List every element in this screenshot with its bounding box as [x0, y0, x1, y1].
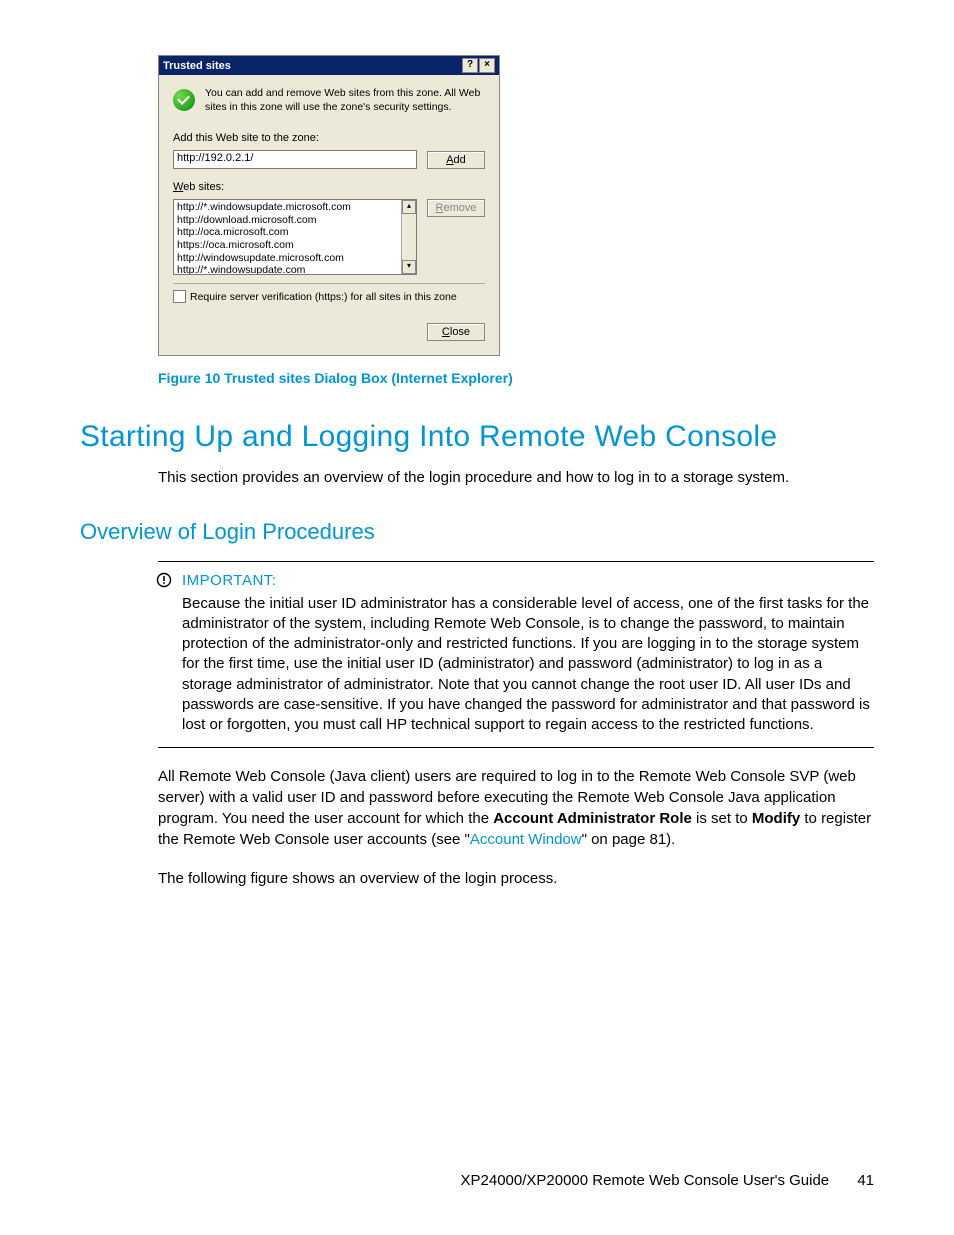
heading-1: Starting Up and Logging Into Remote Web … — [80, 420, 874, 454]
list-item[interactable]: http://download.microsoft.com — [177, 214, 413, 227]
scroll-up-icon[interactable]: ▴ — [402, 200, 416, 214]
list-item[interactable]: http://*.windowsupdate.microsoft.com — [177, 201, 413, 214]
body-paragraph-2: The following figure shows an overview o… — [158, 868, 874, 889]
important-text: Because the initial user ID administrato… — [182, 594, 874, 736]
close-dialog-button[interactable]: Close — [427, 323, 485, 341]
list-item[interactable]: https://oca.microsoft.com — [177, 239, 413, 252]
figure-caption: Figure 10 Trusted sites Dialog Box (Inte… — [158, 370, 874, 386]
important-icon — [156, 572, 172, 588]
help-button[interactable]: ? — [462, 58, 478, 73]
require-https-checkbox[interactable] — [173, 290, 186, 303]
trusted-sites-dialog: Trusted sites ? × You can add and remove… — [158, 55, 500, 356]
list-item[interactable]: http://windowsupdate.microsoft.com — [177, 252, 413, 265]
important-label: IMPORTANT: — [182, 572, 276, 589]
page-footer: XP24000/XP20000 Remote Web Console User'… — [461, 1172, 875, 1189]
remove-button[interactable]: Remove — [427, 199, 485, 217]
intro-paragraph: This section provides an overview of the… — [158, 468, 874, 488]
important-block: IMPORTANT: Because the initial user ID a… — [158, 561, 874, 749]
add-site-label: Add this Web site to the zone: — [173, 132, 485, 144]
dialog-title: Trusted sites — [163, 60, 462, 72]
close-button[interactable]: × — [479, 58, 495, 73]
add-button[interactable]: Add — [427, 151, 485, 169]
dialog-info-text: You can add and remove Web sites from th… — [205, 87, 485, 114]
footer-title: XP24000/XP20000 Remote Web Console User'… — [461, 1172, 830, 1189]
websites-label: Web sites: — [173, 181, 224, 193]
list-item[interactable]: http://*.windowsupdate.com — [177, 264, 413, 275]
scrollbar[interactable]: ▴ ▾ — [401, 200, 416, 274]
list-item[interactable]: http://oca.microsoft.com — [177, 226, 413, 239]
account-window-link[interactable]: Account Window — [470, 831, 582, 848]
page-number: 41 — [857, 1172, 874, 1189]
scroll-down-icon[interactable]: ▾ — [402, 260, 416, 274]
dialog-titlebar: Trusted sites ? × — [159, 56, 499, 75]
websites-listbox[interactable]: http://*.windowsupdate.microsoft.com htt… — [173, 199, 417, 275]
body-paragraph-1: All Remote Web Console (Java client) use… — [158, 766, 874, 850]
require-https-label: Require server verification (https:) for… — [190, 291, 457, 303]
check-icon — [173, 89, 195, 111]
heading-2: Overview of Login Procedures — [80, 519, 874, 545]
add-site-input[interactable]: http://192.0.2.1/ — [173, 150, 417, 169]
